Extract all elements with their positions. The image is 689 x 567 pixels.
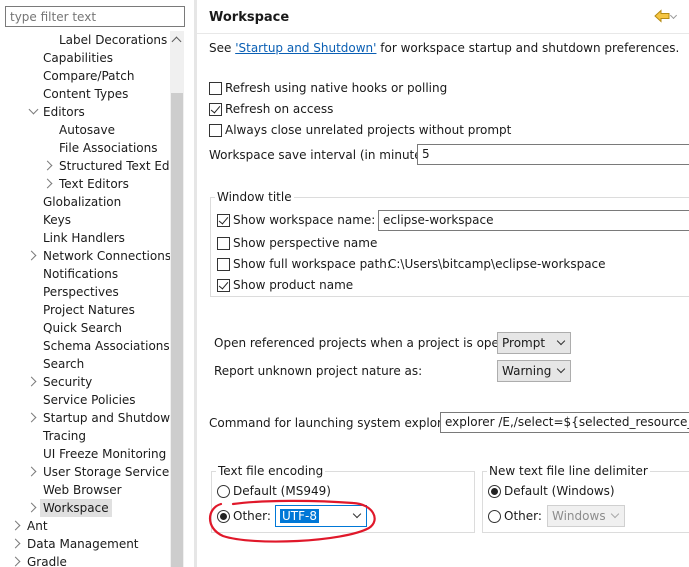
delimiter-combo: Windows (547, 505, 625, 527)
tree-item-ui-freeze-monitoring[interactable]: UI Freeze Monitoring (43, 445, 166, 463)
text-file-encoding-label: Text file encoding (216, 464, 326, 479)
expand-arrow-icon[interactable] (28, 104, 39, 115)
delimiter-default-label[interactable]: Default (Windows) (504, 484, 615, 499)
show-workspace-name-checkbox[interactable] (217, 214, 230, 227)
preferences-navigation: Label Decorations Capabilities Compare/P… (0, 0, 197, 567)
save-interval-input[interactable]: 5 (417, 144, 689, 165)
scroll-up-icon[interactable] (171, 36, 182, 47)
show-perspective-name-label[interactable]: Show perspective name (233, 236, 377, 251)
window-title-group-label: Window title (215, 190, 294, 205)
refresh-on-access-checkbox[interactable] (209, 103, 222, 116)
show-product-name-label[interactable]: Show product name (233, 278, 353, 293)
collapse-arrow-icon[interactable] (42, 160, 53, 171)
tree-item-project-natures[interactable]: Project Natures (43, 301, 135, 319)
tree-item-link-handlers[interactable]: Link Handlers (43, 229, 125, 247)
scrollbar-thumb[interactable] (171, 93, 183, 567)
encoding-default-label[interactable]: Default (MS949) (233, 484, 331, 499)
tree-item-content-types[interactable]: Content Types (43, 85, 128, 103)
collapse-arrow-icon[interactable] (26, 376, 37, 387)
full-workspace-path-text: C:\Users\bitcamp\eclipse-workspace (388, 257, 606, 271)
back-arrow-icon[interactable] (654, 9, 670, 23)
delimiter-other-radio[interactable] (488, 510, 501, 523)
close-unrelated-label[interactable]: Always close unrelated projects without … (225, 123, 511, 138)
chevron-down-icon (556, 336, 566, 346)
explorer-command-input[interactable]: explorer /E,/select=${selected_resource_… (440, 412, 689, 433)
tree-scrollbar[interactable] (170, 31, 184, 567)
page-title: Workspace (209, 10, 290, 25)
preferences-tree: Label Decorations Capabilities Compare/P… (0, 31, 170, 567)
startup-and-shutdown-link[interactable]: 'Startup and Shutdown' (235, 41, 376, 55)
refresh-native-checkbox[interactable] (209, 82, 222, 95)
delimiter-other-label[interactable]: Other: (504, 509, 542, 524)
encoding-other-label[interactable]: Other: (233, 509, 271, 524)
tree-item-structured-text-editors[interactable]: Structured Text Editors (59, 157, 170, 175)
save-interval-label: Workspace save interval (in minutes): (209, 148, 437, 162)
workspace-name-input[interactable]: eclipse-workspace (378, 210, 689, 231)
refresh-native-label[interactable]: Refresh using native hooks or polling (225, 81, 447, 96)
tree-item-web-browser[interactable]: Web Browser (43, 481, 122, 499)
tree-item-user-storage-service[interactable]: User Storage Service (43, 463, 169, 481)
collapse-arrow-icon[interactable] (10, 556, 21, 567)
show-workspace-name-label[interactable]: Show workspace name: (233, 213, 375, 228)
delimiter-default-radio[interactable] (488, 485, 501, 498)
encoding-combo[interactable]: UTF-8 (275, 505, 367, 527)
tree-item-compare-patch[interactable]: Compare/Patch (43, 67, 134, 85)
chevron-down-icon (610, 509, 620, 519)
menu-chevron-icon[interactable] (669, 11, 678, 20)
tree-item-capabilities[interactable]: Capabilities (43, 49, 113, 67)
collapse-arrow-icon[interactable] (42, 178, 53, 189)
open-referenced-combo[interactable]: Prompt (497, 332, 571, 354)
tree-item-keys[interactable]: Keys (43, 211, 71, 229)
tree-item-ant[interactable]: Ant (27, 517, 48, 535)
collapse-arrow-icon[interactable] (10, 538, 21, 549)
collapse-arrow-icon[interactable] (26, 412, 37, 423)
tree-item-schema-associations[interactable]: Schema Associations (43, 337, 170, 355)
tree-item-search[interactable]: Search (43, 355, 84, 373)
tree-item-notifications[interactable]: Notifications (43, 265, 118, 283)
tree-item-security[interactable]: Security (43, 373, 92, 391)
encoding-default-radio[interactable] (217, 485, 230, 498)
encoding-other-radio[interactable] (217, 510, 230, 523)
tree-item-quick-search[interactable]: Quick Search (43, 319, 122, 337)
tree-item-text-editors[interactable]: Text Editors (59, 175, 129, 193)
collapse-arrow-icon[interactable] (26, 250, 37, 261)
report-unknown-combo[interactable]: Warning (497, 360, 571, 382)
tree-item-data-management[interactable]: Data Management (27, 535, 139, 553)
tree-item-globalization[interactable]: Globalization (43, 193, 121, 211)
show-perspective-name-checkbox[interactable] (217, 237, 230, 250)
chevron-down-icon (556, 364, 566, 374)
tree-item-label-decorations[interactable]: Label Decorations (59, 31, 167, 49)
tree-item-network-connections[interactable]: Network Connections (43, 247, 170, 265)
show-product-name-checkbox[interactable] (217, 279, 230, 292)
show-full-path-checkbox[interactable] (217, 258, 230, 271)
refresh-on-access-label[interactable]: Refresh on access (225, 102, 333, 117)
explorer-command-label: Command for launching system explorer: (209, 416, 458, 430)
title-separator (197, 33, 689, 34)
tree-item-editors[interactable]: Editors (43, 103, 85, 121)
report-unknown-label: Report unknown project nature as: (214, 364, 423, 378)
filter-input[interactable] (5, 6, 185, 27)
tree-item-workspace[interactable]: Workspace (40, 499, 112, 517)
line-delimiter-label: New text file line delimiter (487, 464, 650, 479)
show-full-path-label[interactable]: Show full workspace path: (233, 257, 391, 272)
tree-item-startup-and-shutdown[interactable]: Startup and Shutdown (43, 409, 170, 427)
tree-item-file-associations[interactable]: File Associations (59, 139, 157, 157)
close-unrelated-checkbox[interactable] (209, 124, 222, 137)
see-startup-text: See 'Startup and Shutdown' for workspace… (209, 41, 680, 55)
chevron-down-icon (352, 509, 362, 519)
tree-item-gradle[interactable]: Gradle (27, 553, 67, 567)
collapse-arrow-icon[interactable] (26, 502, 37, 513)
tree-item-perspectives[interactable]: Perspectives (43, 283, 119, 301)
collapse-arrow-icon[interactable] (26, 466, 37, 477)
workspace-preference-page: Workspace See 'Startup and Shutdown' for… (197, 0, 689, 567)
tree-item-autosave[interactable]: Autosave (59, 121, 115, 139)
tree-item-tracing[interactable]: Tracing (43, 427, 86, 445)
collapse-arrow-icon[interactable] (10, 520, 21, 531)
tree-item-service-policies[interactable]: Service Policies (43, 391, 136, 409)
open-referenced-label: Open referenced projects when a project … (214, 336, 526, 350)
